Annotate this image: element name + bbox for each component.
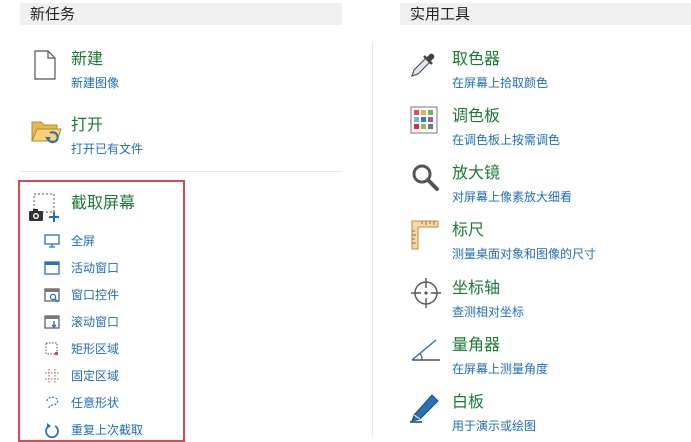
tool-protractor[interactable]: 量角器 在屏幕上测量角度	[408, 332, 678, 380]
tool-whiteboard[interactable]: 白板 用于演示或绘图	[408, 389, 678, 437]
tool-whiteboard-desc: 用于演示或绘图	[452, 419, 537, 433]
tool-coordinate-axis-desc: 查测相对坐标	[452, 305, 525, 319]
tool-palette-desc: 在调色板上按需调色	[452, 133, 561, 147]
capture-window-control-label: 窗口控件	[71, 288, 120, 302]
panel-divider	[372, 42, 373, 437]
capture-fullscreen-label: 全屏	[71, 234, 96, 248]
new-image-button[interactable]: 新建 新建图像	[30, 46, 180, 94]
repeat-last-capture-label: 重复上次截取	[71, 423, 144, 437]
capture-scroll-window-item[interactable]: 滚动窗口	[44, 312, 174, 332]
whiteboard-pen-icon	[410, 394, 439, 423]
tool-color-picker-title: 取色器	[452, 49, 501, 68]
tool-ruler[interactable]: 标尺 测量桌面对象和图像的尺寸	[408, 217, 678, 265]
tool-palette-title: 调色板	[452, 106, 501, 125]
tool-magnifier-desc: 对屏幕上像素放大细看	[452, 190, 573, 204]
utilities-header: 实用工具	[400, 3, 691, 25]
open-desc: 打开已有文件	[71, 142, 144, 156]
tool-protractor-title: 量角器	[452, 335, 501, 354]
capture-active-window-label: 活动窗口	[71, 261, 120, 275]
capture-active-window-item[interactable]: 活动窗口	[44, 258, 174, 278]
tool-magnifier[interactable]: 放大镜 对屏幕上像素放大细看	[408, 160, 678, 208]
capture-freeform-label: 任意形状	[71, 396, 120, 410]
monitor-icon	[44, 234, 60, 248]
capture-fullscreen-item[interactable]: 全屏	[44, 231, 174, 251]
open-file-button[interactable]: 打开 打开已有文件	[30, 112, 180, 160]
tool-magnifier-title: 放大镜	[452, 163, 501, 182]
palette-icon	[410, 106, 438, 134]
tool-ruler-title: 标尺	[452, 220, 485, 239]
capture-fixed-region-label: 固定区域	[71, 369, 120, 383]
crosshair-icon	[411, 278, 441, 308]
ruler-icon	[411, 220, 439, 250]
capture-window-control-item[interactable]: 窗口控件	[44, 285, 174, 305]
capture-screen-button[interactable]: 截取屏幕	[28, 190, 178, 224]
protractor-icon	[411, 339, 440, 361]
tool-color-picker-desc: 在屏幕上拾取颜色	[452, 76, 549, 90]
window-icon	[44, 261, 60, 275]
section-divider	[20, 171, 342, 172]
tool-coordinate-axis-title: 坐标轴	[452, 278, 501, 297]
new-title: 新建	[71, 49, 104, 68]
new-desc: 新建图像	[71, 76, 120, 90]
eyedropper-icon	[411, 53, 435, 77]
capture-scroll-window-label: 滚动窗口	[71, 315, 120, 329]
scroll-window-icon	[44, 315, 60, 329]
folder-open-icon	[31, 121, 62, 144]
capture-rectangle-label: 矩形区域	[71, 342, 120, 356]
tool-coordinate-axis[interactable]: 坐标轴 查测相对坐标	[408, 275, 678, 323]
capture-title: 截取屏幕	[71, 193, 136, 212]
capture-rectangle-item[interactable]: 矩形区域	[44, 339, 174, 359]
window-control-icon	[44, 288, 60, 303]
capture-fixed-region-item[interactable]: 固定区域	[44, 366, 174, 386]
new-task-header: 新任务	[20, 3, 342, 25]
fixed-region-icon	[45, 369, 59, 383]
capture-freeform-item[interactable]: 任意形状	[44, 393, 174, 413]
tool-ruler-desc: 测量桌面对象和图像的尺寸	[452, 247, 597, 261]
tool-palette[interactable]: 调色板 在调色板上按需调色	[408, 103, 678, 151]
open-title: 打开	[71, 115, 104, 134]
tool-color-picker[interactable]: 取色器 在屏幕上拾取颜色	[408, 46, 678, 94]
tool-whiteboard-title: 白板	[452, 392, 485, 411]
tool-protractor-desc: 在屏幕上测量角度	[452, 362, 549, 376]
magnifier-icon	[412, 164, 439, 191]
screen-capture-icon	[29, 193, 59, 222]
repeat-icon	[45, 423, 59, 438]
freeform-icon	[46, 396, 59, 410]
new-file-icon	[34, 50, 56, 80]
repeat-last-capture-item[interactable]: 重复上次截取	[44, 420, 174, 440]
rectangle-region-icon	[45, 342, 58, 355]
